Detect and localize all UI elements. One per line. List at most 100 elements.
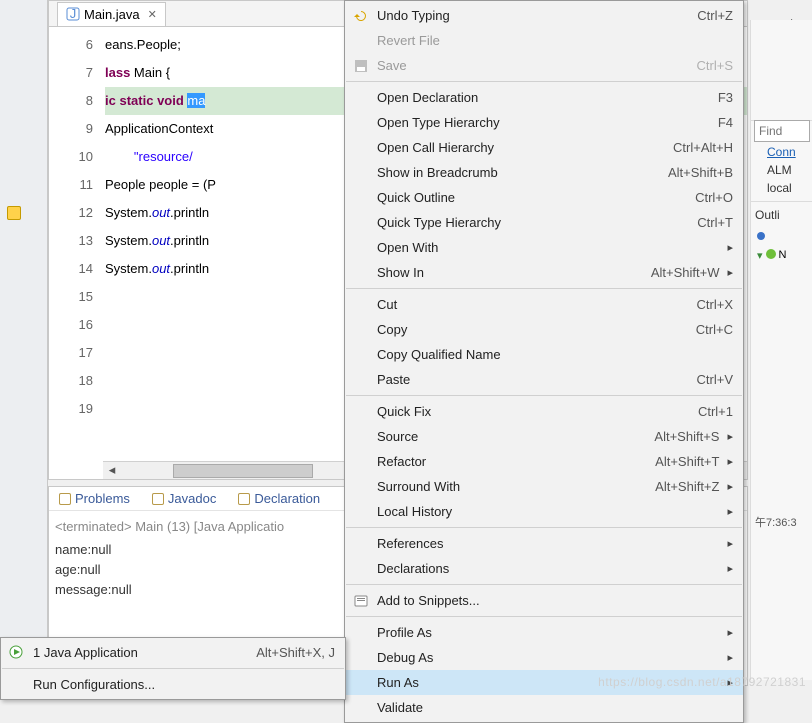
- menu-item-label: Revert File: [377, 33, 733, 48]
- undo-icon: [353, 8, 369, 24]
- menu-separator: [346, 616, 742, 617]
- menu-item-undo-typing[interactable]: Undo TypingCtrl+Z: [345, 3, 743, 28]
- menu-item-label: Show in Breadcrumb: [377, 165, 668, 180]
- outline-label: Outli: [751, 206, 812, 224]
- line-number: 6: [49, 31, 93, 59]
- menu-item-open-call-hierarchy[interactable]: Open Call HierarchyCtrl+Alt+H: [345, 135, 743, 160]
- menu-item-show-in-breadcrumb[interactable]: Show in BreadcrumbAlt+Shift+B: [345, 160, 743, 185]
- bottom-tab-label: Problems: [75, 491, 130, 506]
- menu-item-surround-with[interactable]: Surround WithAlt+Shift+Z: [345, 474, 743, 499]
- line-number: 7: [49, 59, 93, 87]
- submenu-item-java-application[interactable]: 1 Java ApplicationAlt+Shift+X, J: [1, 640, 345, 665]
- menu-item-label: Open Type Hierarchy: [377, 115, 718, 130]
- menu-separator: [346, 395, 742, 396]
- svg-text:J: J: [70, 7, 77, 21]
- bottom-tab-problems[interactable]: Problems: [55, 489, 134, 508]
- connection-line-1: ALM: [751, 161, 812, 179]
- menu-item-add-to-snippets[interactable]: Add to Snippets...: [345, 588, 743, 613]
- menu-item-open-with[interactable]: Open With: [345, 235, 743, 260]
- menu-item-refactor[interactable]: RefactorAlt+Shift+T: [345, 449, 743, 474]
- menu-item-accelerator: Ctrl+Alt+H: [673, 140, 733, 155]
- menu-item-open-declaration[interactable]: Open DeclarationF3: [345, 85, 743, 110]
- menu-item-label: Local History: [377, 504, 719, 519]
- menu-item-quick-outline[interactable]: Quick OutlineCtrl+O: [345, 185, 743, 210]
- menu-item-label: Quick Type Hierarchy: [377, 215, 697, 230]
- line-number: 8: [49, 87, 93, 115]
- menu-item-accelerator: Ctrl+1: [698, 404, 733, 419]
- menu-item-quick-type-hierarchy[interactable]: Quick Type HierarchyCtrl+T: [345, 210, 743, 235]
- menu-item-save: SaveCtrl+S: [345, 53, 743, 78]
- scroll-thumb[interactable]: [173, 464, 313, 478]
- menu-item-label: Open Declaration: [377, 90, 718, 105]
- menu-item-label: Run As: [377, 675, 719, 690]
- snippets-icon: [353, 593, 369, 609]
- find-box: [754, 120, 810, 142]
- find-input[interactable]: [754, 120, 810, 142]
- submenu-item-label: 1 Java Application: [33, 645, 256, 660]
- line-number: 19: [49, 395, 93, 423]
- outline-node-icon: [757, 232, 765, 240]
- menu-item-quick-fix[interactable]: Quick FixCtrl+1: [345, 399, 743, 424]
- menu-item-label: Surround With: [377, 479, 655, 494]
- menu-item-label: Copy Qualified Name: [377, 347, 733, 362]
- menu-item-local-history[interactable]: Local History: [345, 499, 743, 524]
- context-menu: Undo TypingCtrl+Z Revert File SaveCtrl+S Op…: [344, 0, 744, 723]
- line-number: 10: [49, 143, 93, 171]
- menu-item-run-as[interactable]: Run As: [345, 670, 743, 695]
- run-icon: [9, 645, 25, 661]
- outline-node-label[interactable]: N: [779, 249, 787, 262]
- submenu-item-label: Run Configurations...: [33, 677, 335, 692]
- scroll-left-arrow-icon[interactable]: ◂: [103, 462, 121, 480]
- tree-expand-icon[interactable]: ▾: [757, 249, 763, 262]
- menu-item-label: Undo Typing: [377, 8, 697, 23]
- menu-item-accelerator: Alt+Shift+S: [654, 429, 719, 444]
- line-number: 9: [49, 115, 93, 143]
- right-sidebar: i Conn Conn ALM local Outli ▾ N 午7:36:3: [750, 20, 812, 680]
- menu-item-label: Cut: [377, 297, 697, 312]
- menu-item-paste[interactable]: PasteCtrl+V: [345, 367, 743, 392]
- menu-item-validate[interactable]: Validate: [345, 695, 743, 720]
- connection-link[interactable]: Conn: [751, 143, 812, 161]
- editor-tab-label: Main.java: [84, 7, 140, 22]
- menu-separator: [346, 584, 742, 585]
- menu-item-label: References: [377, 536, 719, 551]
- menu-item-label: Quick Fix: [377, 404, 698, 419]
- submenu-item-run-configurations[interactable]: Run Configurations...: [1, 672, 345, 697]
- left-gutter-strip: [0, 0, 48, 691]
- menu-item-accelerator: Alt+Shift+Z: [655, 479, 719, 494]
- menu-item-cut[interactable]: CutCtrl+X: [345, 292, 743, 317]
- menu-item-references[interactable]: References: [345, 531, 743, 556]
- menu-item-profile-as[interactable]: Profile As: [345, 620, 743, 645]
- menu-item-accelerator: Ctrl+O: [695, 190, 733, 205]
- menu-item-label: Open With: [377, 240, 719, 255]
- menu-item-label: Refactor: [377, 454, 655, 469]
- menu-item-copy[interactable]: CopyCtrl+C: [345, 317, 743, 342]
- line-number: 11: [49, 171, 93, 199]
- menu-item-label: Quick Outline: [377, 190, 695, 205]
- line-number-gutter: 678910111213141516171819: [49, 27, 103, 457]
- menu-item-accelerator: Alt+Shift+W: [651, 265, 720, 280]
- menu-item-source[interactable]: SourceAlt+Shift+S: [345, 424, 743, 449]
- close-tab-icon[interactable]: ✕: [148, 8, 157, 21]
- menu-item-open-type-hierarchy[interactable]: Open Type HierarchyF4: [345, 110, 743, 135]
- menu-item-copy-qualified-name[interactable]: Copy Qualified Name: [345, 342, 743, 367]
- line-number: 14: [49, 255, 93, 283]
- menu-item-show-in[interactable]: Show InAlt+Shift+W: [345, 260, 743, 285]
- menu-item-label: Open Call Hierarchy: [377, 140, 673, 155]
- menu-item-accelerator: Ctrl+V: [697, 372, 733, 387]
- menu-item-label: Save: [377, 58, 697, 73]
- menu-item-label: Add to Snippets...: [377, 593, 733, 608]
- menu-item-label: Profile As: [377, 625, 719, 640]
- menu-item-accelerator: Alt+Shift+B: [668, 165, 733, 180]
- menu-item-label: Show In: [377, 265, 651, 280]
- menu-separator: [346, 527, 742, 528]
- editor-tab-main-java[interactable]: J Main.java ✕: [57, 2, 166, 26]
- bottom-tab-declaration[interactable]: Declaration: [234, 489, 324, 508]
- menu-item-label: Validate: [377, 700, 733, 715]
- menu-item-accelerator: F3: [718, 90, 733, 105]
- bottom-tab-javadoc[interactable]: Javadoc: [148, 489, 220, 508]
- menu-item-declarations[interactable]: Declarations: [345, 556, 743, 581]
- menu-separator: [2, 668, 344, 669]
- declaration-icon: [238, 493, 250, 505]
- menu-item-debug-as[interactable]: Debug As: [345, 645, 743, 670]
